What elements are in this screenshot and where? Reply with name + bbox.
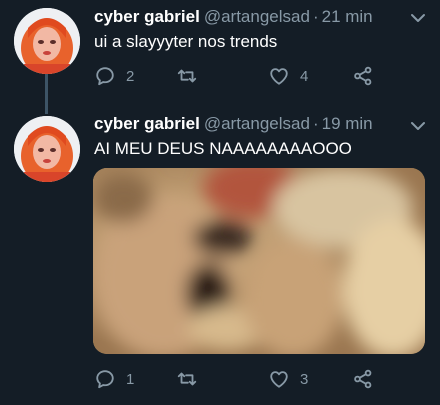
tweet-header: cyber gabriel @artangelsad · 21 min (94, 6, 400, 28)
more-options-button[interactable] (408, 116, 428, 136)
like-button[interactable]: 3 (268, 367, 308, 391)
share-button[interactable] (352, 367, 374, 391)
reply-icon (96, 370, 114, 389)
user-handle[interactable]: @artangelsad (204, 7, 310, 26)
reply-button[interactable]: 2 (94, 64, 134, 88)
like-icon (270, 371, 288, 388)
separator-dot: · (312, 7, 319, 26)
tweet-1[interactable]: cyber gabriel @artangelsad · 21 min ui a sl… (0, 0, 440, 104)
reply-count: 2 (126, 67, 135, 85)
like-button[interactable]: 4 (268, 64, 308, 88)
separator-dot: · (312, 114, 319, 133)
tweet-text: ui a slayyyter nos trends (94, 32, 278, 51)
like-count: 3 (300, 370, 309, 388)
share-icon (354, 369, 372, 389)
avatar[interactable] (14, 8, 80, 74)
retweet-icon (177, 69, 197, 83)
tweet-text: AI MEU DEUS NAAAAAAAAOOO (94, 139, 352, 158)
display-name[interactable]: cyber gabriel (94, 7, 200, 26)
share-icon (354, 66, 372, 86)
tweet-media-image[interactable] (93, 168, 425, 354)
like-count: 4 (300, 67, 309, 85)
like-icon (270, 68, 288, 85)
display-name[interactable]: cyber gabriel (94, 114, 200, 133)
timestamp[interactable]: 19 min (322, 114, 373, 133)
reply-count: 1 (126, 370, 135, 388)
share-button[interactable] (352, 64, 374, 88)
blurry-photo (93, 168, 425, 354)
avatar-image (14, 8, 80, 74)
more-options-button[interactable] (408, 8, 428, 28)
tweet-actions: 2 4 (94, 64, 394, 88)
chevron-down-icon (411, 122, 425, 130)
tweet-2[interactable]: cyber gabriel @artangelsad · 19 min AI MEU … (0, 104, 440, 405)
chevron-down-icon (411, 14, 425, 22)
avatar[interactable] (14, 116, 80, 182)
retweet-button[interactable] (176, 64, 208, 88)
reply-icon (96, 67, 114, 86)
user-handle[interactable]: @artangelsad (204, 114, 310, 133)
timestamp[interactable]: 21 min (322, 7, 373, 26)
tweet-actions: 1 3 (94, 367, 394, 391)
retweet-button[interactable] (176, 367, 208, 391)
retweet-icon (177, 372, 197, 386)
avatar-image (14, 116, 80, 182)
reply-button[interactable]: 1 (94, 367, 134, 391)
tweet-header: cyber gabriel @artangelsad · 19 min (94, 113, 400, 135)
